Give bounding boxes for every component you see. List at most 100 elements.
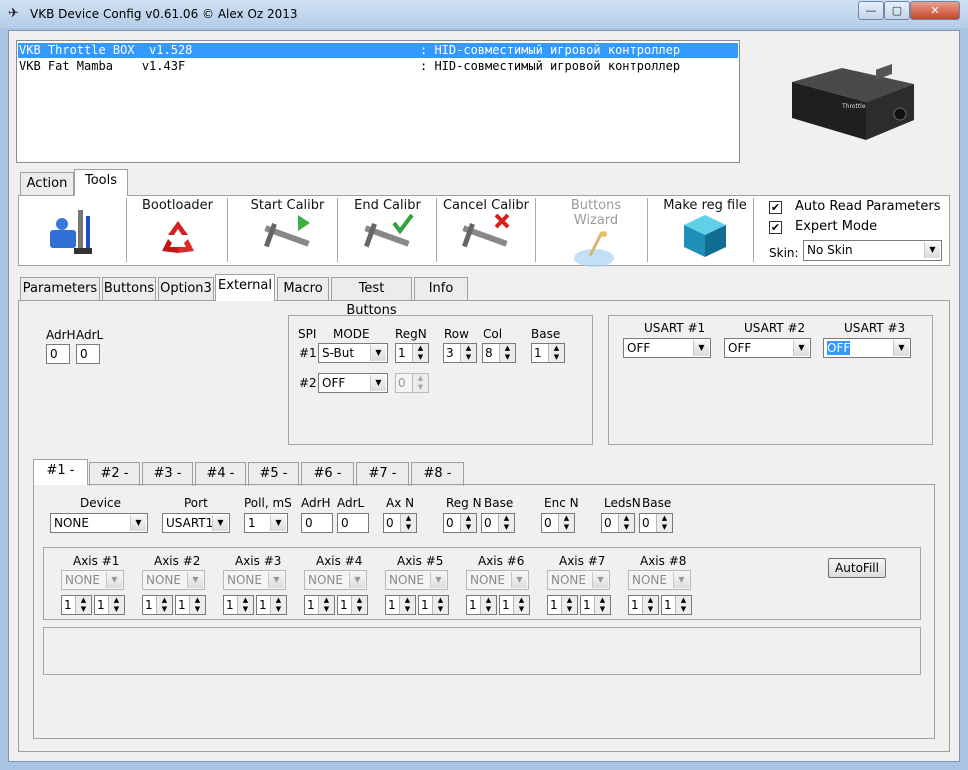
- ext-encn-spinner[interactable]: 0 ▲ ▼: [541, 513, 575, 533]
- device-list[interactable]: VKB Throttle BOX v1.528 : HID-совместимы…: [16, 40, 740, 163]
- spin-up-icon[interactable]: ▲: [499, 514, 514, 523]
- spin-down-icon[interactable]: ▼: [401, 523, 416, 532]
- axis-5-a-spinner[interactable]: 1 ▲ ▼: [385, 595, 416, 615]
- spi-1-col-spinner[interactable]: 8 ▲ ▼: [482, 343, 516, 363]
- spi-2-regn-spinner[interactable]: 0 ▲ ▼: [395, 373, 429, 393]
- axis-8-b-spinner[interactable]: 1 ▲ ▼: [661, 595, 692, 615]
- tab-option3[interactable]: Option3: [158, 277, 214, 301]
- axis-5-b-spinner[interactable]: 1 ▲ ▼: [418, 595, 449, 615]
- axis-1-b-spinner[interactable]: 1 ▲ ▼: [94, 595, 125, 615]
- ext-device-select[interactable]: NONE ▼: [50, 513, 148, 533]
- cancel-calibr-button[interactable]: Cancel Calibr: [440, 196, 532, 264]
- axis-4-b-spinner[interactable]: 1 ▲ ▼: [337, 595, 368, 615]
- axis-3-a-spinner[interactable]: 1 ▲ ▼: [223, 595, 254, 615]
- bootloader-button[interactable]: Bootloader: [130, 196, 225, 264]
- axis-6-a-spinner[interactable]: 1 ▲ ▼: [466, 595, 497, 615]
- spin-up-icon[interactable]: ▲: [657, 514, 672, 523]
- axis-8-select[interactable]: NONE ▼: [628, 570, 691, 590]
- spin-down-icon[interactable]: ▼: [500, 353, 515, 362]
- ext-tab-7[interactable]: #7 -: [356, 462, 409, 486]
- spi-1-base-spinner[interactable]: 1 ▲ ▼: [531, 343, 565, 363]
- ext-tab-3[interactable]: #3 -: [142, 462, 193, 486]
- tab-macro[interactable]: Macro: [277, 277, 329, 301]
- spin-down-icon[interactable]: ▼: [413, 383, 428, 392]
- spin-up-icon[interactable]: ▲: [500, 344, 515, 353]
- spin-down-icon[interactable]: ▼: [157, 605, 172, 614]
- skin-select[interactable]: No Skin ▼: [803, 240, 942, 261]
- ext-adrh-field[interactable]: 0: [301, 513, 333, 533]
- spi-1-row-spinner[interactable]: 3 ▲ ▼: [443, 343, 477, 363]
- spin-down-icon[interactable]: ▼: [643, 605, 658, 614]
- spin-up-icon[interactable]: ▲: [157, 596, 172, 605]
- axis-7-select[interactable]: NONE ▼: [547, 570, 610, 590]
- ext-tab-6[interactable]: #6 -: [301, 462, 354, 486]
- spin-up-icon[interactable]: ▲: [400, 596, 415, 605]
- spin-down-icon[interactable]: ▼: [109, 605, 124, 614]
- tab-test-buttons[interactable]: Test Buttons: [331, 277, 412, 318]
- tab-tools[interactable]: Tools: [74, 169, 128, 196]
- axis-1-select[interactable]: NONE ▼: [61, 570, 124, 590]
- minimize-button[interactable]: —: [858, 1, 884, 20]
- spin-down-icon[interactable]: ▼: [676, 605, 691, 614]
- spin-up-icon[interactable]: ▲: [190, 596, 205, 605]
- device-row-1[interactable]: VKB Throttle BOX v1.528 : HID-совместимы…: [18, 43, 738, 58]
- spin-up-icon[interactable]: ▲: [401, 514, 416, 523]
- ext-port-select[interactable]: USART1 ▼: [162, 513, 230, 533]
- spin-down-icon[interactable]: ▼: [595, 605, 610, 614]
- spin-up-icon[interactable]: ▲: [549, 344, 564, 353]
- tab-parameters[interactable]: Parameters: [20, 277, 100, 301]
- axis-7-a-spinner[interactable]: 1 ▲ ▼: [547, 595, 578, 615]
- spi-1-mode-select[interactable]: S-But ▼: [318, 343, 388, 363]
- spin-down-icon[interactable]: ▼: [562, 605, 577, 614]
- usart-2-select[interactable]: OFF ▼: [724, 338, 811, 358]
- adrl-field[interactable]: 0: [76, 344, 100, 364]
- spin-up-icon[interactable]: ▲: [559, 514, 574, 523]
- tab-buttons[interactable]: Buttons: [102, 277, 156, 301]
- expert-mode-checkbox[interactable]: ✔: [769, 221, 782, 234]
- tools-settings-button[interactable]: [22, 196, 122, 264]
- spin-down-icon[interactable]: ▼: [481, 605, 496, 614]
- ext-adrl-field[interactable]: 0: [337, 513, 369, 533]
- ext-tab-8[interactable]: #8 -: [411, 462, 464, 486]
- axis-5-select[interactable]: NONE ▼: [385, 570, 448, 590]
- ext-tab-4[interactable]: #4 -: [195, 462, 246, 486]
- spin-down-icon[interactable]: ▼: [559, 523, 574, 532]
- axis-3-select[interactable]: NONE ▼: [223, 570, 286, 590]
- spin-up-icon[interactable]: ▲: [319, 596, 334, 605]
- spin-down-icon[interactable]: ▼: [461, 523, 476, 532]
- ext-regn-spinner[interactable]: 0 ▲ ▼: [443, 513, 477, 533]
- axis-4-select[interactable]: NONE ▼: [304, 570, 367, 590]
- spin-up-icon[interactable]: ▲: [238, 596, 253, 605]
- axis-4-a-spinner[interactable]: 1 ▲ ▼: [304, 595, 335, 615]
- axis-1-a-spinner[interactable]: 1 ▲ ▼: [61, 595, 92, 615]
- spin-down-icon[interactable]: ▼: [619, 523, 634, 532]
- ext-base-spinner[interactable]: 0 ▲ ▼: [481, 513, 515, 533]
- spin-down-icon[interactable]: ▼: [352, 605, 367, 614]
- axis-2-b-spinner[interactable]: 1 ▲ ▼: [175, 595, 206, 615]
- axis-6-select[interactable]: NONE ▼: [466, 570, 529, 590]
- ext-ledsn-spinner[interactable]: 0 ▲ ▼: [601, 513, 635, 533]
- usart-3-select[interactable]: OFF ▼: [823, 338, 911, 358]
- spin-down-icon[interactable]: ▼: [657, 523, 672, 532]
- auto-read-checkbox[interactable]: ✔: [769, 201, 782, 214]
- spin-up-icon[interactable]: ▲: [676, 596, 691, 605]
- spin-up-icon[interactable]: ▲: [109, 596, 124, 605]
- axis-8-a-spinner[interactable]: 1 ▲ ▼: [628, 595, 659, 615]
- spin-up-icon[interactable]: ▲: [481, 596, 496, 605]
- axis-2-a-spinner[interactable]: 1 ▲ ▼: [142, 595, 173, 615]
- spin-up-icon[interactable]: ▲: [76, 596, 91, 605]
- autofill-button[interactable]: AutoFill: [828, 558, 886, 578]
- spin-down-icon[interactable]: ▼: [190, 605, 205, 614]
- ext-tab-2[interactable]: #2 -: [89, 462, 140, 486]
- spin-up-icon[interactable]: ▲: [619, 514, 634, 523]
- spi-2-mode-select[interactable]: OFF ▼: [318, 373, 388, 393]
- spin-down-icon[interactable]: ▼: [400, 605, 415, 614]
- spin-up-icon[interactable]: ▲: [562, 596, 577, 605]
- ext-tab-1[interactable]: #1 -: [33, 459, 88, 485]
- end-calibr-button[interactable]: End Calibr: [340, 196, 435, 264]
- maximize-button[interactable]: ▢: [884, 1, 910, 20]
- axis-6-b-spinner[interactable]: 1 ▲ ▼: [499, 595, 530, 615]
- tab-action[interactable]: Action: [20, 172, 74, 196]
- spi-1-regn-spinner[interactable]: 1 ▲ ▼: [395, 343, 429, 363]
- spin-down-icon[interactable]: ▼: [238, 605, 253, 614]
